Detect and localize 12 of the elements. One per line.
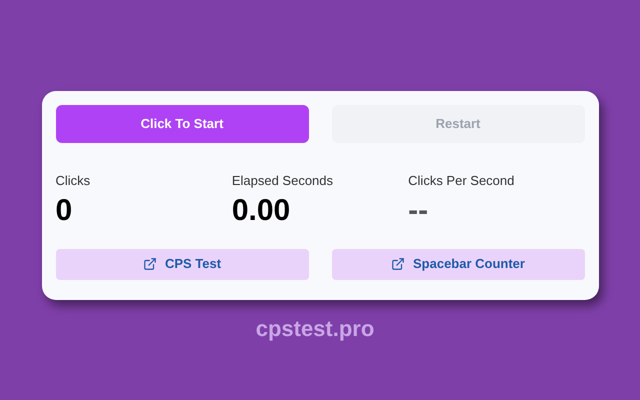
stat-value: 0 <box>56 192 72 228</box>
link-button[interactable]: Spacebar Counter <box>332 248 584 280</box>
start-button[interactable]: Click To Start <box>56 105 308 143</box>
stat-label: Elapsed Seconds <box>232 172 334 190</box>
stat-value: -- <box>408 192 428 228</box>
stat-label: Clicks Per Second <box>408 172 514 190</box>
link-button[interactable]: CPS Test <box>56 248 308 280</box>
stat-label: Clicks <box>56 172 90 190</box>
site-label: cpstest.pro <box>256 315 374 343</box>
external-link-icon <box>391 257 405 271</box>
stat-value: 0.00 <box>232 192 290 228</box>
external-link-icon <box>142 257 157 271</box>
